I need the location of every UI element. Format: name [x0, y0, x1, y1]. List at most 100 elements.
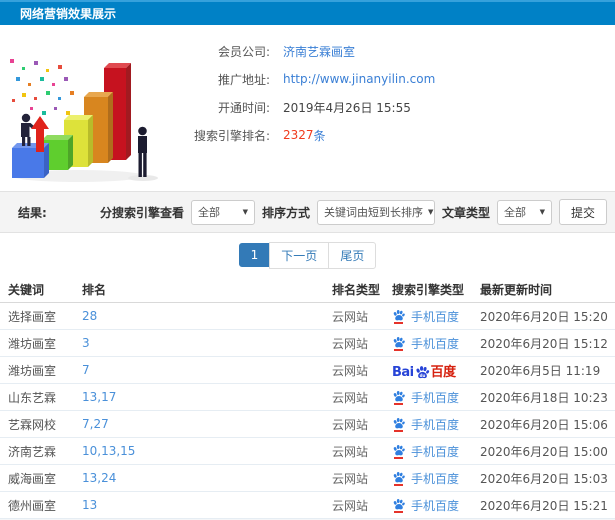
- keyword-cell: 选择画室: [0, 308, 82, 325]
- next-page-button[interactable]: 下一页: [269, 242, 329, 269]
- engine-cell: Bai du 百度: [392, 361, 480, 380]
- rank-link[interactable]: 7: [82, 363, 90, 377]
- rank-link[interactable]: 13: [82, 498, 97, 512]
- chevron-down-icon: ▼: [243, 208, 248, 216]
- updated-cell: 2020年6月18日 10:23: [480, 389, 615, 406]
- page-title-bar: 网络营销效果展示: [0, 0, 615, 25]
- rank-type-cell: 云网站: [332, 416, 392, 433]
- table-row: 德州画室 13 云网站 手机百度 2020年6月20日 15:21: [0, 492, 615, 519]
- rank-link[interactable]: 10,13,15: [82, 444, 135, 458]
- mobile-baidu-engine[interactable]: 手机百度: [392, 335, 459, 352]
- mobile-baidu-engine[interactable]: 手机百度: [392, 470, 459, 487]
- page-1-button[interactable]: 1: [239, 243, 271, 267]
- table-row: 潍坊画室 7 云网站 Bai du 百度 202: [0, 357, 615, 384]
- keyword-cell: 济南艺霖: [0, 443, 82, 460]
- engine-cell: 手机百度: [392, 416, 480, 433]
- promo-url-link[interactable]: http://www.jinanyilin.com: [283, 72, 435, 86]
- rank-type-cell: 云网站: [332, 389, 392, 406]
- confetti-dots: [10, 59, 74, 115]
- baidu-paw-icon: [392, 471, 406, 486]
- updated-header: 最新更新时间: [480, 281, 615, 298]
- page-title: 网络营销效果展示: [20, 5, 116, 22]
- engine-select[interactable]: 全部 ▼: [191, 200, 255, 225]
- engine-type-header: 搜索引擎类型: [392, 281, 480, 298]
- baidu-paw-icon: [392, 498, 406, 513]
- baidu-logo-engine[interactable]: Bai du 百度: [392, 361, 456, 380]
- rank-link[interactable]: 3: [82, 336, 90, 350]
- rank-link[interactable]: 28: [82, 309, 97, 323]
- mobile-baidu-engine[interactable]: 手机百度: [392, 389, 459, 406]
- engine-name-link: 手机百度: [411, 335, 459, 352]
- baidu-paw-icon: [392, 309, 406, 324]
- rank-type-cell: 云网站: [332, 335, 392, 352]
- rank-type-cell: 云网站: [332, 443, 392, 460]
- engine-cell: 手机百度: [392, 335, 480, 352]
- keyword-cell: 山东艺霖: [0, 389, 82, 406]
- engine-name-link: 手机百度: [411, 470, 459, 487]
- table-row: 艺霖网校 7,27 云网站 手机百度 2020年6月20日 15:: [0, 411, 615, 438]
- keyword-cell: 德州画室: [0, 497, 82, 514]
- pagination: 1 下一页 尾页: [0, 233, 615, 277]
- result-label: 结果:: [18, 204, 47, 221]
- sort-select[interactable]: 关键词由短到长排序 ▼: [317, 200, 435, 225]
- baidu-paw-icon: [392, 444, 406, 459]
- person-watching: [138, 127, 147, 177]
- mobile-baidu-engine[interactable]: 手机百度: [392, 416, 459, 433]
- mobile-baidu-engine[interactable]: 手机百度: [392, 443, 459, 460]
- updated-cell: 2020年6月20日 15:12: [480, 335, 615, 352]
- engine-name-link: 手机百度: [411, 443, 459, 460]
- engine-cell: 手机百度: [392, 308, 480, 325]
- mobile-baidu-engine[interactable]: 手机百度: [392, 497, 459, 514]
- growth-bar-chart-image: [0, 25, 182, 185]
- rank-link[interactable]: 7,27: [82, 417, 109, 431]
- baidu-paw-icon: [392, 390, 406, 405]
- member-company-link[interactable]: 济南艺霖画室: [283, 43, 355, 60]
- updated-cell: 2020年6月20日 15:20: [480, 308, 615, 325]
- sort-filter-label: 排序方式: [262, 204, 310, 221]
- rank-count-unit-link[interactable]: 条: [314, 127, 326, 144]
- engine-name-link: 手机百度: [411, 308, 459, 325]
- rank-link[interactable]: 13,17: [82, 390, 116, 404]
- chevron-down-icon: ▼: [540, 208, 545, 216]
- rank-link[interactable]: 13,24: [82, 471, 116, 485]
- engine-name-link: 手机百度: [411, 389, 459, 406]
- keyword-cell: 潍坊画室: [0, 335, 82, 352]
- baidu-paw-icon: [392, 336, 406, 351]
- keyword-header: 关键词: [0, 281, 82, 298]
- last-page-button[interactable]: 尾页: [328, 242, 376, 269]
- rank-count-label: 搜索引擎排名:: [182, 127, 270, 144]
- table-row: 潍坊画室 3 云网站 手机百度 2020年6月20日 15:12: [0, 330, 615, 357]
- promo-url-label: 推广地址:: [182, 71, 270, 88]
- keyword-cell: 威海画室: [0, 470, 82, 487]
- engine-cell: 手机百度: [392, 389, 480, 406]
- submit-button[interactable]: 提交: [559, 199, 607, 225]
- chevron-down-icon: ▼: [428, 208, 433, 216]
- rank-type-cell: 云网站: [332, 362, 392, 379]
- engine-cell: 手机百度: [392, 470, 480, 487]
- sort-select-value: 关键词由短到长排序: [324, 204, 423, 220]
- engine-name-link: 手机百度: [411, 497, 459, 514]
- member-info-section: 会员公司: 济南艺霖画室 推广地址: http://www.jinanyilin…: [0, 25, 615, 191]
- updated-cell: 2020年6月20日 15:06: [480, 416, 615, 433]
- article-select-value: 全部: [504, 204, 526, 220]
- svg-text:du: du: [419, 373, 425, 378]
- baidu-paw-icon: [392, 417, 406, 432]
- table-body: 选择画室 28 云网站 手机百度 2020年6月20日 15:20: [0, 303, 615, 519]
- rank-header: 排名: [82, 281, 332, 298]
- updated-cell: 2020年6月20日 15:21: [480, 497, 615, 514]
- table-row: 山东艺霖 13,17 云网站 手机百度 2020年6月18日 10: [0, 384, 615, 411]
- table-row: 威海画室 13,24 云网站 手机百度 2020年6月20日 15: [0, 465, 615, 492]
- rank-count-value: 2327: [283, 128, 314, 142]
- updated-cell: 2020年6月20日 15:03: [480, 470, 615, 487]
- rank-type-cell: 云网站: [332, 308, 392, 325]
- mobile-baidu-engine[interactable]: 手机百度: [392, 308, 459, 325]
- article-type-select[interactable]: 全部 ▼: [497, 200, 552, 225]
- table-header-row: 关键词 排名 排名类型 搜索引擎类型 最新更新时间: [0, 277, 615, 303]
- engine-cell: 手机百度: [392, 497, 480, 514]
- open-time-label: 开通时间:: [182, 99, 270, 116]
- person-on-bar: [21, 114, 34, 146]
- table-row: 济南艺霖 10,13,15 云网站 手机百度 2020年6月20日: [0, 438, 615, 465]
- updated-cell: 2020年6月5日 11:19: [480, 362, 615, 379]
- engine-name-link: 手机百度: [411, 416, 459, 433]
- table-row: 选择画室 28 云网站 手机百度 2020年6月20日 15:20: [0, 303, 615, 330]
